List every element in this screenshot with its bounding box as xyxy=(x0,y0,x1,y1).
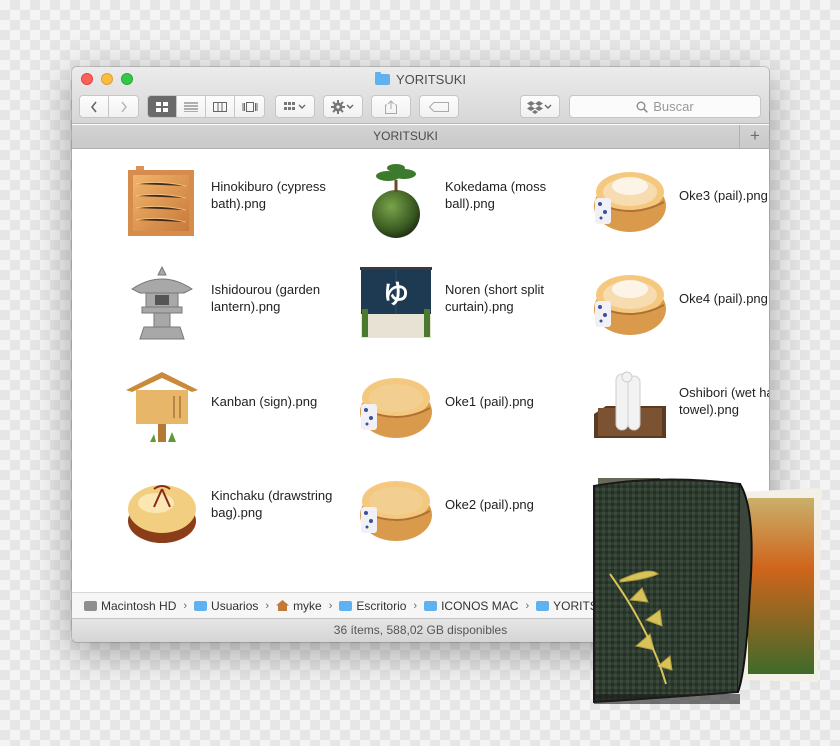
file-item[interactable]: Oke1 (pail).png xyxy=(306,356,536,446)
path-item[interactable]: Escritorio xyxy=(339,599,406,613)
folder-icon xyxy=(536,600,550,611)
file-name: Oke4 (pail).png xyxy=(679,290,768,306)
path-label: Usuarios xyxy=(211,598,259,613)
path-label: ICONOS MAC xyxy=(441,598,519,613)
wooden-pail-icon xyxy=(360,481,432,541)
back-button[interactable] xyxy=(80,96,109,117)
file-item[interactable]: ゆ Noren (short split curtain).png xyxy=(306,253,544,343)
list-view-button[interactable] xyxy=(177,96,206,117)
share-button[interactable] xyxy=(371,95,411,118)
search-field[interactable]: Buscar xyxy=(569,95,761,118)
share-icon xyxy=(385,99,397,114)
tag-icon xyxy=(429,101,449,112)
chevron-right-icon xyxy=(120,101,127,112)
tab-bar: YORITSUKI + xyxy=(72,125,769,149)
search-icon xyxy=(636,101,649,113)
dropbox-button[interactable] xyxy=(520,95,560,118)
wooden-sign-icon xyxy=(126,372,198,442)
file-name: Oke2 (pail).png xyxy=(445,496,534,512)
forward-button[interactable] xyxy=(109,96,138,117)
yoritsuki-book-icon xyxy=(593,478,822,704)
file-item[interactable]: Oshibori (wet hand towel).png xyxy=(540,356,769,446)
path-separator-icon: › xyxy=(525,599,530,612)
navigation-buttons xyxy=(79,95,139,118)
arrange-button[interactable] xyxy=(275,95,315,118)
file-name: Oshibori (wet hand towel).png xyxy=(679,385,769,417)
path-item[interactable]: Usuarios xyxy=(194,599,258,613)
toolbar: Buscar xyxy=(72,95,769,119)
moss-ball-icon xyxy=(372,164,420,238)
path-separator-icon: › xyxy=(413,599,418,612)
file-item[interactable]: Oke2 (pail).png xyxy=(306,459,536,549)
stone-lantern-icon xyxy=(131,265,193,340)
cover-flow-button[interactable] xyxy=(235,96,264,117)
folder-icon xyxy=(339,600,353,611)
folder-icon xyxy=(194,600,208,611)
path-item[interactable]: myke xyxy=(276,599,322,613)
new-tab-button[interactable]: + xyxy=(741,125,769,148)
file-name: Oke3 (pail).png xyxy=(679,187,768,203)
noren-curtain-icon: ゆ xyxy=(360,267,432,338)
file-item[interactable]: Kokedama (moss ball).png xyxy=(306,150,546,240)
file-item[interactable]: Kanban (sign).png xyxy=(72,356,317,446)
rolled-towels-icon xyxy=(594,371,666,438)
wooden-pail-icon xyxy=(360,378,432,438)
tab-yoritsuki[interactable]: YORITSUKI xyxy=(72,125,740,148)
file-item[interactable]: Oke3 (pail).png xyxy=(540,150,769,240)
svg-text:ゆ: ゆ xyxy=(383,280,409,310)
search-placeholder: Buscar xyxy=(653,99,694,114)
home-icon xyxy=(276,600,290,611)
file-item[interactable]: Kinchaku (drawstring bag).png xyxy=(72,459,332,549)
dropbox-icon xyxy=(527,100,552,114)
path-separator-icon: › xyxy=(328,599,333,612)
icon-view-button[interactable] xyxy=(148,96,177,117)
action-button[interactable] xyxy=(323,95,363,118)
path-separator-icon: › xyxy=(265,599,270,612)
path-label: Escritorio xyxy=(356,598,407,613)
path-separator-icon: › xyxy=(183,599,188,612)
folder-icon xyxy=(374,72,390,85)
path-item[interactable]: ICONOS MAC xyxy=(424,599,518,613)
list-icon xyxy=(184,102,198,112)
tags-button[interactable] xyxy=(419,95,459,118)
path-label: Macintosh HD xyxy=(101,598,177,613)
window-title-text: YORITSUKI xyxy=(395,72,467,87)
path-label: myke xyxy=(293,598,322,613)
path-item[interactable]: Macintosh HD xyxy=(84,599,176,613)
folder-icon xyxy=(424,600,438,611)
file-item[interactable]: Hinokiburo (cypress bath).png xyxy=(72,150,326,240)
columns-icon xyxy=(213,101,227,112)
chevron-left-icon xyxy=(90,101,97,112)
titlebar: YORITSUKI Buscar xyxy=(72,67,769,124)
steaming-pail-icon xyxy=(594,275,666,335)
wooden-bath-icon xyxy=(128,166,194,236)
file-item[interactable]: Oke4 (pail).png xyxy=(540,253,769,343)
cover-flow-icon xyxy=(242,101,257,112)
column-view-button[interactable] xyxy=(206,96,235,117)
drawstring-bag-icon xyxy=(128,485,196,543)
file-item[interactable]: Ishidourou (garden lantern).png xyxy=(72,253,320,343)
grid-icon xyxy=(156,101,168,112)
hard-disk-icon xyxy=(84,600,97,611)
gear-icon xyxy=(331,99,354,114)
arrange-grid-icon xyxy=(284,101,306,110)
window-title: YORITSUKI xyxy=(72,72,769,87)
steaming-pail-icon xyxy=(594,172,666,232)
view-mode-selector xyxy=(147,95,265,118)
